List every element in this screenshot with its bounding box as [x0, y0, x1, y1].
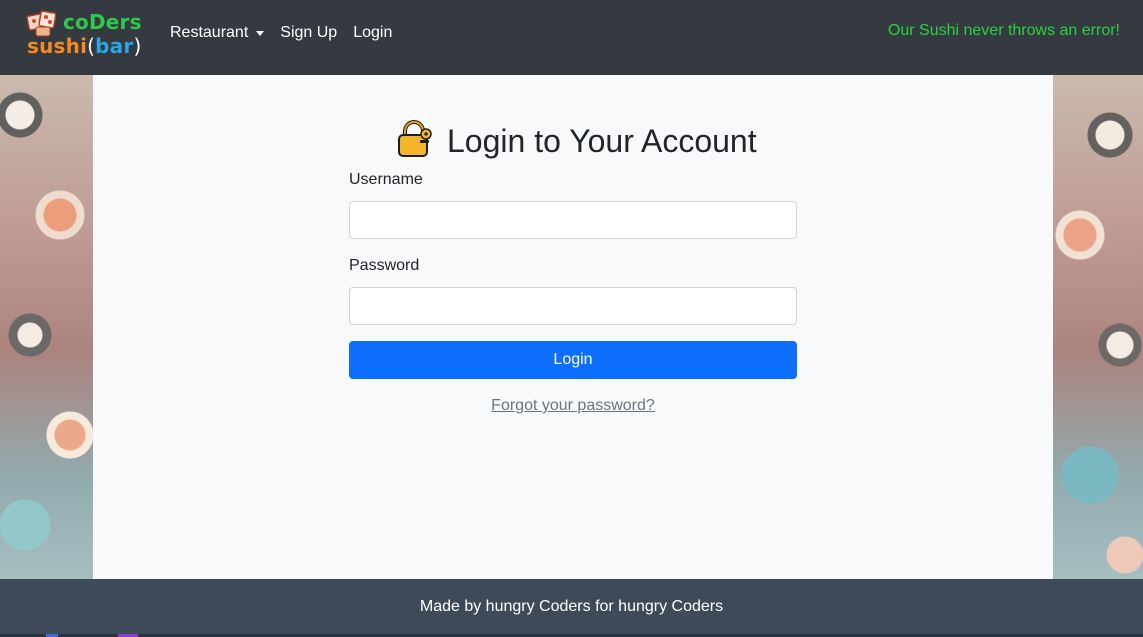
username-field[interactable]	[349, 201, 797, 239]
nav-login-link[interactable]: Login	[353, 24, 392, 42]
login-heading: Login to Your Account	[395, 119, 757, 163]
brand-logo[interactable]: coDers sushi(bar)	[26, 9, 146, 59]
brand-bar: bar	[95, 34, 134, 58]
lock-icon	[395, 119, 435, 163]
login-button[interactable]: Login	[349, 341, 797, 379]
brand-paren-open: (	[87, 34, 96, 58]
password-field[interactable]	[349, 287, 797, 325]
footer-text: Made by hungry Coders for hungry Coders	[419, 597, 724, 615]
chevron-down-icon	[256, 30, 265, 36]
forgot-password-link[interactable]: Forgot your password?	[349, 397, 797, 415]
page-title: Login to Your Account	[447, 122, 757, 159]
password-label: Password	[349, 257, 420, 274]
brand-paren-close: )	[133, 34, 142, 58]
brand-line1: coDers	[63, 10, 142, 34]
navbar-tagline: Our Sushi never throws an error!	[887, 22, 1120, 39]
brand-sushi: sushi	[27, 34, 88, 58]
nav-restaurant-label: Restaurant	[170, 24, 249, 41]
page-footer: Made by hungry Coders for hungry Coders	[0, 579, 1143, 637]
nav-links: Restaurant Sign Up Login	[170, 22, 392, 44]
username-label: Username	[349, 171, 423, 188]
nav-sign-up-link[interactable]: Sign Up	[280, 24, 337, 42]
top-navbar: coDers sushi(bar) Restaurant Sign Up Log…	[0, 0, 1143, 75]
brand-line2: sushi(bar)	[27, 34, 141, 58]
nav-restaurant-dropdown[interactable]: Restaurant	[170, 24, 265, 42]
